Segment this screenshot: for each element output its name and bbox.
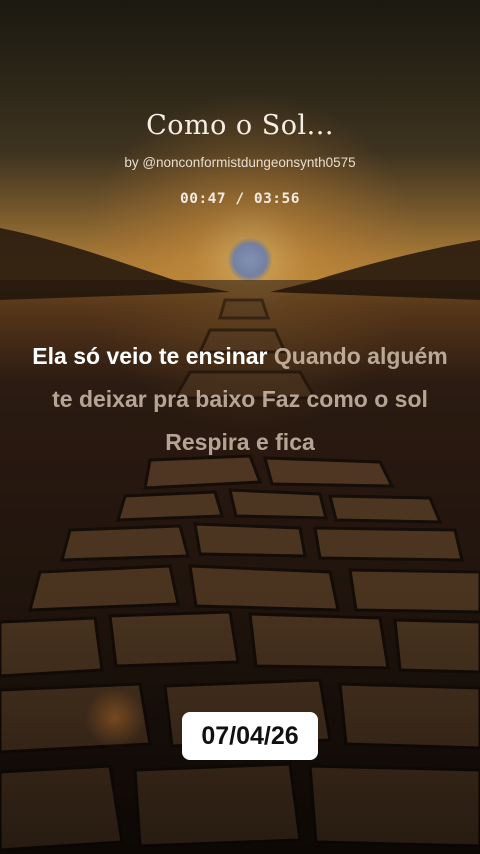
lyric-sung: Ela só veio te ensinar bbox=[32, 343, 268, 369]
playback-timecode: 00:47 / 03:56 bbox=[0, 191, 480, 207]
time-separator: / bbox=[226, 191, 254, 207]
current-time: 00:47 bbox=[179, 191, 227, 207]
lyrics-block: Ela só veio te ensinar Quando alguém te … bbox=[20, 335, 460, 464]
video-frame[interactable]: Como o Sol... by @nonconformistdungeonsy… bbox=[0, 0, 480, 854]
artist-byline: by @nonconformistdungeonsynth0575 bbox=[124, 155, 356, 170]
song-title: Como o Sol... bbox=[146, 110, 334, 141]
date-badge: 07/04/26 bbox=[182, 712, 318, 760]
total-time: 03:56 bbox=[253, 191, 300, 207]
